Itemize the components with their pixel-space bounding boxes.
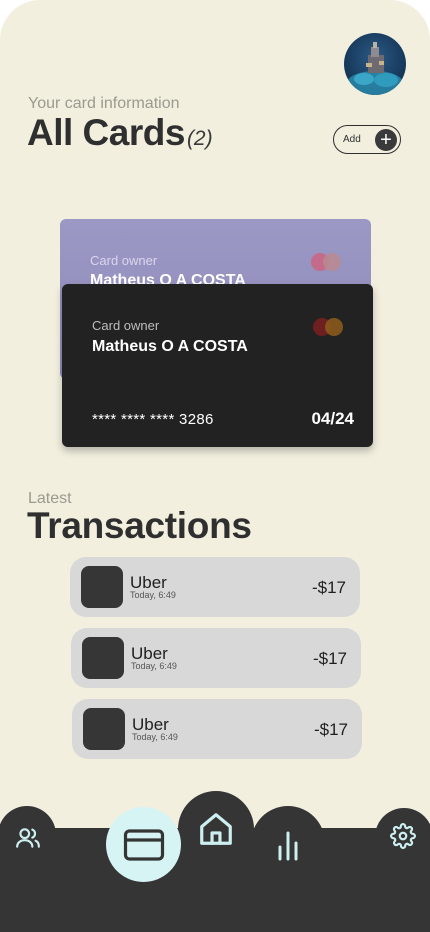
- page-title: All Cards(2): [27, 112, 213, 154]
- card-number: **** **** **** 3286: [92, 411, 214, 428]
- transaction-time: Today, 6:49: [132, 732, 178, 742]
- plus-icon: +: [375, 128, 397, 151]
- mastercard-icon: [311, 253, 341, 271]
- add-label: Add: [343, 134, 361, 145]
- merchant-icon: [83, 708, 125, 750]
- nav-users-button[interactable]: [8, 818, 48, 858]
- merchant-icon: [81, 566, 123, 608]
- transaction-time: Today, 6:49: [131, 661, 177, 671]
- card-count: (2): [186, 127, 213, 150]
- transaction-amount: -$17: [311, 578, 346, 597]
- card-expiry: 04/24: [311, 409, 354, 428]
- nav-settings-button[interactable]: [383, 816, 423, 856]
- lighthouse-image: [347, 42, 403, 95]
- card-owner-label: Card owner: [90, 253, 158, 268]
- card-owner-name: Matheus O A COSTA: [92, 338, 248, 355]
- nav-stats-button[interactable]: [268, 825, 308, 865]
- gear-icon: [390, 823, 416, 849]
- users-icon: [16, 828, 40, 848]
- transaction-amount: -$17: [313, 720, 348, 739]
- card-owner-label: Card owner: [92, 318, 160, 333]
- avatar[interactable]: [344, 33, 406, 95]
- transaction-row[interactable]: Uber Today, 6:49 -$17: [70, 557, 360, 617]
- transaction-time: Today, 6:49: [130, 590, 176, 600]
- nav-home-button[interactable]: [192, 805, 240, 853]
- add-card-button[interactable]: Add +: [333, 125, 401, 154]
- page-subtitle: Your card information: [28, 95, 180, 112]
- page-title-text: All Cards: [27, 112, 185, 153]
- transaction-row[interactable]: Uber Today, 6:49 -$17: [71, 628, 361, 688]
- home-icon: [200, 813, 232, 845]
- screen: Your card information All Cards(2) Add +…: [0, 0, 430, 932]
- transactions-title: Transactions: [27, 505, 252, 546]
- transaction-amount: -$17: [312, 649, 347, 668]
- bar-chart-icon: [278, 831, 298, 861]
- mastercard-icon: [313, 318, 343, 336]
- nav-cards-button[interactable]: [106, 807, 181, 882]
- credit-card-icon: [123, 828, 164, 861]
- card-front[interactable]: Card owner Matheus O A COSTA **** **** *…: [62, 284, 373, 447]
- merchant-icon: [82, 637, 124, 679]
- transaction-row[interactable]: Uber Today, 6:49 -$17: [72, 699, 362, 759]
